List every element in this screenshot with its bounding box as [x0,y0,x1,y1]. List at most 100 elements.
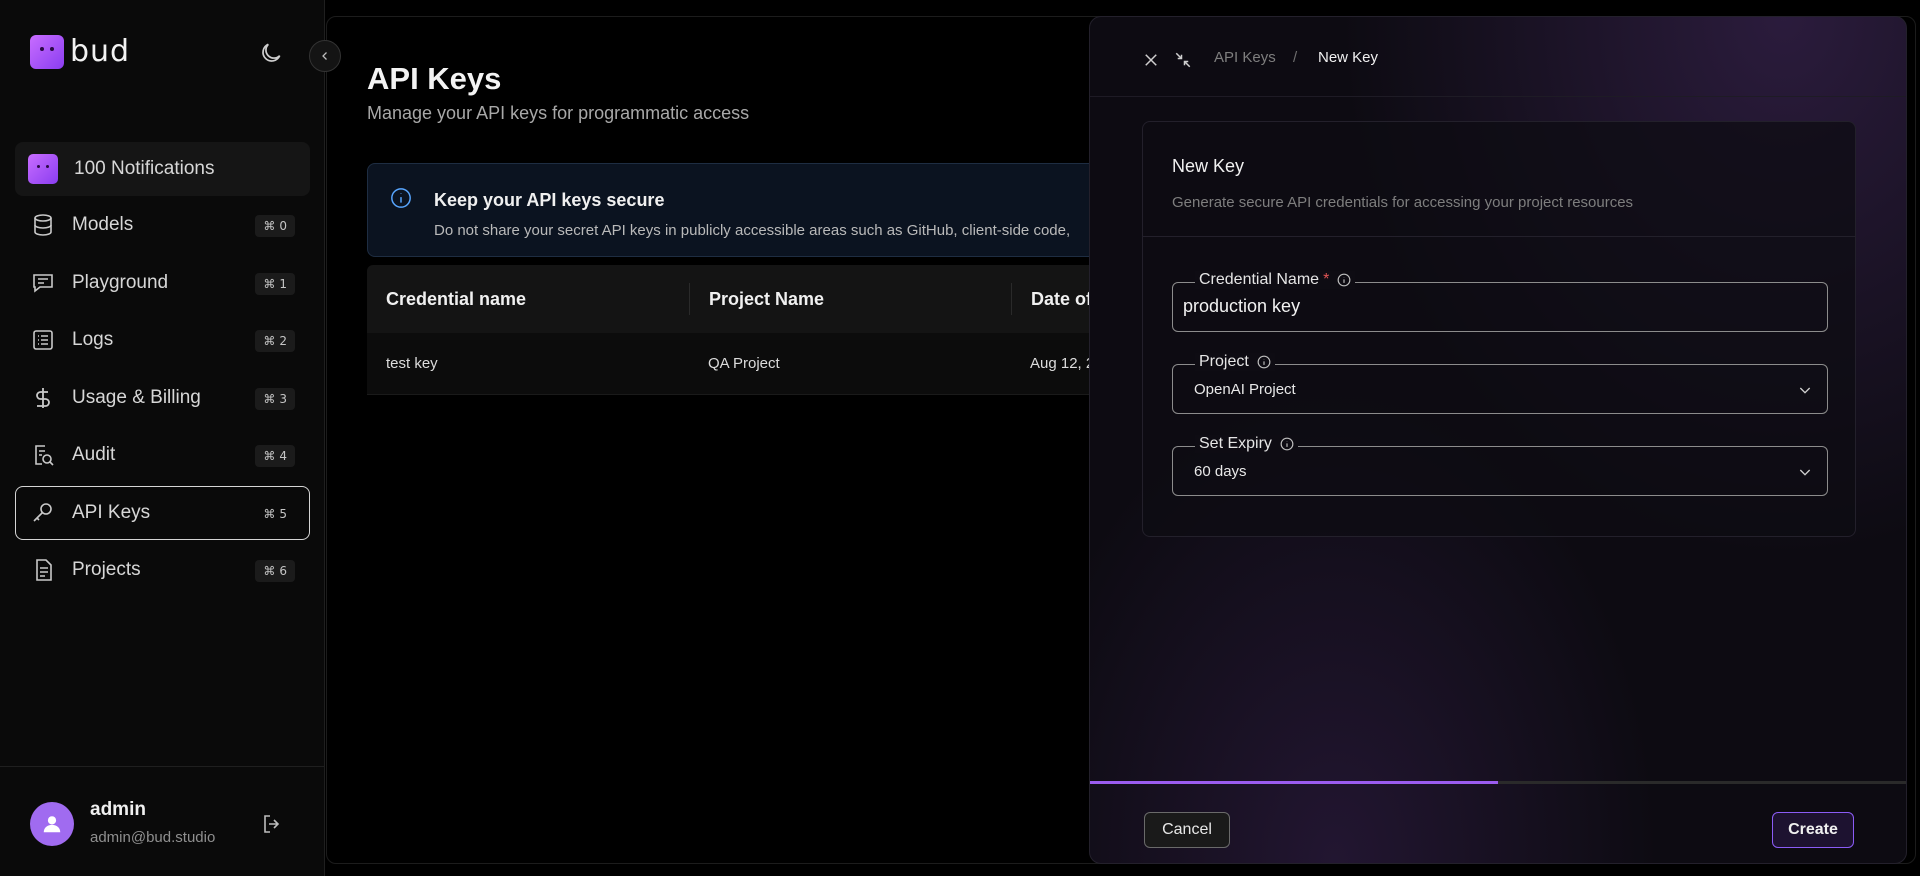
divider [1143,236,1855,237]
page-subtitle: Manage your API keys for programmatic ac… [367,103,750,123]
banner-text: Do not share your secret API keys in pub… [434,222,1071,239]
sidebar-item-playground[interactable]: Playground ⌘ 1 [15,256,310,310]
shortcut-badge: ⌘ 5 [255,503,295,525]
info-icon[interactable] [1337,273,1351,287]
avatar[interactable] [30,802,74,846]
notifications-button[interactable]: 100 Notifications [15,142,310,196]
shortcut-badge: ⌘ 2 [255,330,295,352]
shortcut-key: 3 [279,391,287,406]
moon-icon[interactable] [258,40,284,66]
column-header[interactable]: Credential name [367,283,689,315]
shortcut-key: 6 [279,564,287,578]
dollar-icon [30,385,56,411]
table-cell: test key [386,355,438,372]
cmd-symbol: ⌘ [263,391,276,406]
sidebar-item-label: Models [72,214,134,235]
sidebar-item-projects[interactable]: Projects ⌘ 6 [15,543,310,597]
logo[interactable]: bud [30,34,130,69]
sidebar-item-label: Logs [72,329,114,350]
field-label: Set Expiry [1195,435,1298,453]
project-select[interactable]: Project OpenAI Project [1172,353,1828,414]
credential-name-input[interactable] [1183,296,1783,317]
audit-icon [30,442,56,468]
list-icon [30,327,56,353]
breadcrumb-api-keys[interactable]: API Keys [1214,49,1276,66]
shortcut-badge: ⌘ 1 [255,272,295,295]
info-icon[interactable] [1280,437,1294,451]
column-header[interactable]: Project Name [689,283,1011,315]
cmd-symbol: ⌘ [263,564,276,578]
required-asterisk: * [1323,271,1330,288]
logo-text: bud [70,34,131,69]
form-subtitle: Generate secure API credentials for acce… [1172,194,1634,211]
sidebar-item-usage-billing[interactable]: Usage & Billing ⌘ 3 [15,371,310,425]
expiry-label: Set Expiry [1199,435,1272,452]
page-title: API Keys [367,61,502,96]
sidebar-item-label: Audit [72,444,116,465]
chevron-down-icon [1799,387,1811,394]
new-key-form-card: New Key Generate secure API credentials … [1142,121,1856,537]
credential-name-field[interactable]: Credential Name * [1172,271,1828,332]
logo-mascot-icon [30,34,64,69]
sidebar-nav: Models ⌘ 0 Playground ⌘ 1 Logs ⌘ 2 Usage & … [15,198,310,601]
project-label: Project [1199,353,1249,370]
sidebar-item-logs[interactable]: Logs ⌘ 2 [15,313,310,367]
cmd-symbol: ⌘ [263,449,276,463]
profile-name: admin [90,799,146,820]
chevron-left-icon [322,52,327,60]
form-title: New Key [1172,156,1245,176]
sidebar-item-label: Usage & Billing [72,386,201,408]
sidebar-item-audit[interactable]: Audit ⌘ 4 [15,428,310,482]
field-label: Project [1195,353,1275,371]
sidebar-item-api-keys[interactable]: API Keys ⌘ 5 [15,485,310,540]
banner-title: Keep your API keys secure [434,190,665,210]
breadcrumb-separator: / [1293,49,1298,66]
shortcut-key: 0 [279,219,287,233]
breadcrumb-new-key: New Key [1318,49,1379,66]
field-label: Credential Name * [1195,271,1356,289]
shortcut-key: 5 [279,506,287,521]
table-cell: QA Project [708,355,780,372]
info-icon[interactable] [1257,355,1271,369]
minimize-icon[interactable] [1174,51,1192,69]
expiry-value: 60 days [1194,463,1247,480]
user-icon [43,816,61,833]
create-button[interactable]: Create [1772,812,1854,848]
notification-mascot-icon [28,154,58,184]
profile-email: admin@bud.studio [90,829,216,846]
shortcut-badge: ⌘ 3 [255,387,295,410]
shortcut-badge: ⌘ 6 [255,560,295,582]
sidebar-item-models[interactable]: Models ⌘ 0 [15,198,310,252]
cmd-symbol: ⌘ [263,506,276,521]
key-icon [30,500,56,526]
sidebar-item-label: Projects [72,559,141,580]
expiry-select[interactable]: Set Expiry 60 days [1172,435,1828,496]
new-key-drawer: API Keys / New Key New Key Generate secu… [1089,16,1907,864]
cmd-symbol: ⌘ [263,334,276,348]
document-icon [30,557,56,583]
database-icon [30,212,56,238]
project-value: OpenAI Project [1194,381,1296,398]
sidebar-item-label: Playground [72,271,169,293]
shortcut-key: 4 [279,449,287,463]
chevron-down-icon [1799,469,1811,476]
drawer-footer: Cancel Create [1090,784,1906,863]
info-icon [391,188,411,208]
shortcut-badge: ⌘ 0 [255,215,295,237]
chat-icon [30,270,56,296]
shortcut-key: 2 [279,334,287,348]
credential-name-label: Credential Name [1199,271,1320,288]
sidebar-item-label: API Keys [72,501,151,523]
drawer-header: API Keys / New Key [1090,17,1906,97]
sidebar: bud 100 Notifications Models ⌘ 0 Playgrou… [0,0,325,876]
shortcut-badge: ⌘ 4 [255,445,295,467]
close-icon[interactable] [1142,51,1160,69]
cancel-button[interactable]: Cancel [1144,812,1230,848]
sidebar-collapse-button[interactable] [309,40,341,72]
notifications-label: 100 Notifications [74,158,215,179]
user-profile: admin admin@bud.studio [0,766,325,876]
shortcut-key: 1 [279,276,287,291]
logout-icon[interactable] [260,812,284,836]
cmd-symbol: ⌘ [263,276,276,291]
cmd-symbol: ⌘ [263,219,276,233]
